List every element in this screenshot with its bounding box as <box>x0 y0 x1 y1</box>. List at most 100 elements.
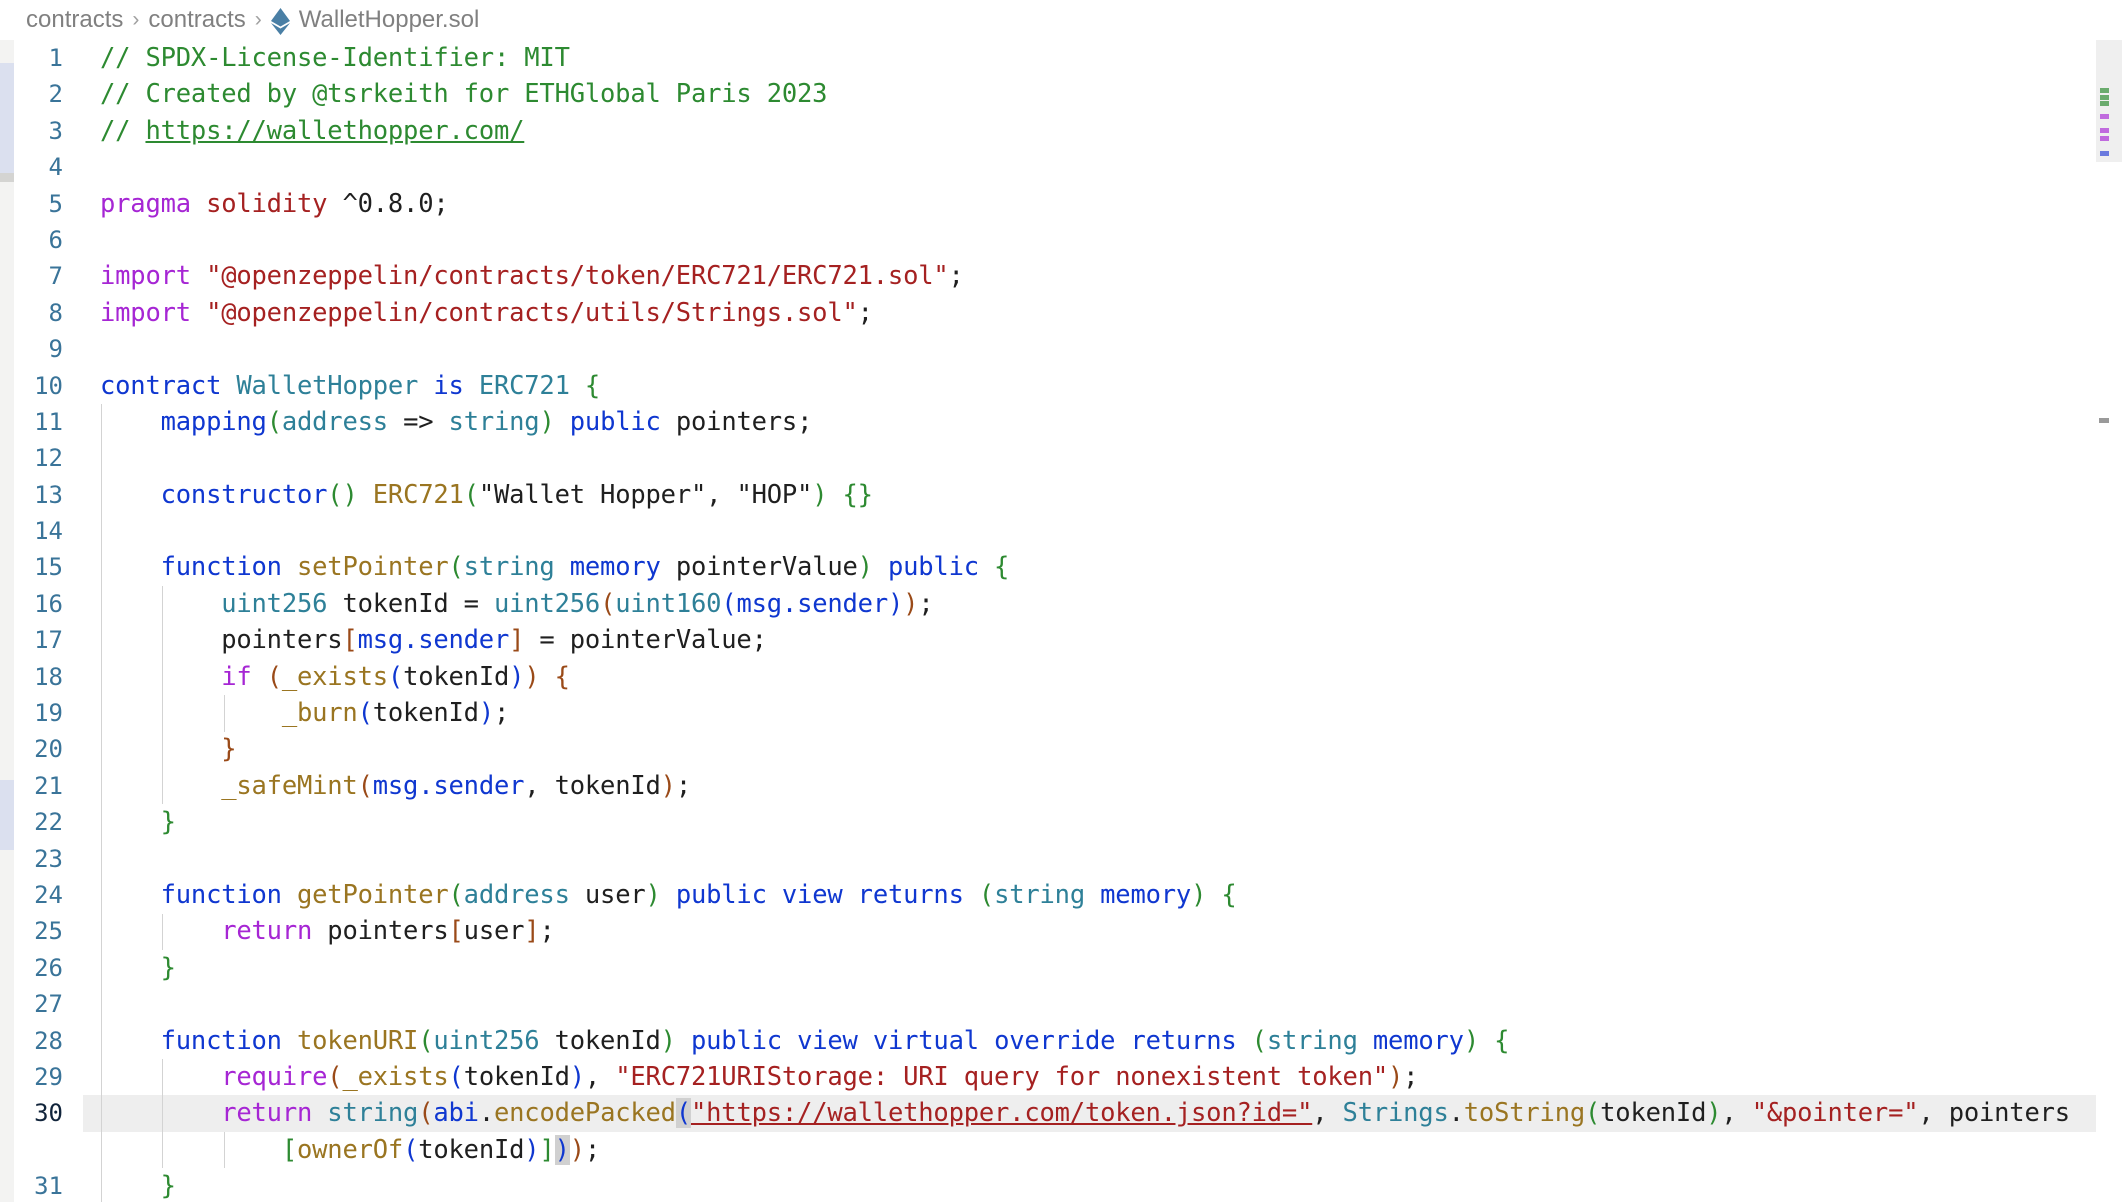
code-line[interactable]: 11 mapping(address => string) public poi… <box>0 404 2122 440</box>
line-number[interactable]: 4 <box>0 149 83 185</box>
code-token: { <box>554 661 570 692</box>
code-text[interactable]: // SPDX-License-Identifier: MIT <box>83 40 570 76</box>
code-line[interactable]: 9 <box>0 331 2122 367</box>
code-line[interactable]: 5 pragma solidity ^0.8.0; <box>0 186 2122 222</box>
line-number[interactable]: 18 <box>0 659 83 695</box>
code-text[interactable]: function getPointer(address user) public… <box>83 877 1237 913</box>
code-line[interactable]: 8 import "@openzeppelin/contracts/utils/S… <box>0 295 2122 331</box>
line-number[interactable]: 8 <box>0 295 83 331</box>
breadcrumb-item-file[interactable]: WalletHopper.sol <box>299 6 480 34</box>
line-number[interactable]: 25 <box>0 913 83 949</box>
code-text[interactable]: } <box>83 1168 176 1202</box>
code-line[interactable]: 22 } <box>0 804 2122 840</box>
line-number[interactable]: 16 <box>0 586 83 622</box>
line-number[interactable]: 2 <box>0 76 83 112</box>
line-number[interactable]: 9 <box>0 331 83 367</box>
line-number[interactable]: 23 <box>0 841 83 877</box>
code-line[interactable]: 26 } <box>0 950 2122 986</box>
code-text[interactable]: function setPointer(string memory pointe… <box>83 549 1010 585</box>
line-number[interactable]: 22 <box>0 804 83 840</box>
code-text[interactable]: } <box>83 804 176 840</box>
code-text[interactable]: uint256 tokenId = uint256(uint160(msg.se… <box>83 586 933 622</box>
line-number[interactable]: 14 <box>0 513 83 549</box>
code-line[interactable]: 16 uint256 tokenId = uint256(uint160(msg… <box>0 586 2122 622</box>
line-number[interactable]: 31 <box>0 1168 83 1202</box>
code-line[interactable]: 20 } <box>0 731 2122 767</box>
line-number[interactable]: 30 <box>0 1095 83 1131</box>
line-number[interactable]: 11 <box>0 404 83 440</box>
code-line[interactable]: 2 // Created by @tsrkeith for ETHGlobal P… <box>0 76 2122 112</box>
line-number[interactable]: 17 <box>0 622 83 658</box>
overview-ruler[interactable] <box>2096 40 2122 1202</box>
code-text[interactable]: constructor() ERC721("Wallet Hopper", "H… <box>83 477 873 513</box>
line-number[interactable]: 3 <box>0 113 83 149</box>
code-text[interactable]: import "@openzeppelin/contracts/utils/St… <box>83 295 873 331</box>
code-line[interactable]: 14 <box>0 513 2122 549</box>
line-number[interactable]: 19 <box>0 695 83 731</box>
line-number[interactable]: 12 <box>0 440 83 476</box>
line-number[interactable]: 15 <box>0 549 83 585</box>
code-line[interactable]: 13 constructor() ERC721("Wallet Hopper",… <box>0 477 2122 513</box>
code-text[interactable]: pointers[msg.sender] = pointerValue; <box>83 622 767 658</box>
code-text[interactable]: mapping(address => string) public pointe… <box>83 404 813 440</box>
code-line[interactable]: 27 <box>0 986 2122 1022</box>
code-line[interactable]: 1 // SPDX-License-Identifier: MIT <box>0 40 2122 76</box>
code-text[interactable]: } <box>83 950 176 986</box>
code-text[interactable]: _burn(tokenId); <box>83 695 510 731</box>
code-token: pointers <box>1948 1098 2070 1129</box>
code-line[interactable]: 25 return pointers[user]; <box>0 913 2122 949</box>
code-text[interactable]: } <box>83 731 236 767</box>
line-number[interactable]: 21 <box>0 768 83 804</box>
code-text[interactable]: function tokenURI(uint256 tokenId) publi… <box>83 1023 1510 1059</box>
code-line[interactable]: 31 } <box>0 1168 2122 1202</box>
code-line[interactable]: 15 function setPointer(string memory poi… <box>0 549 2122 585</box>
indent-guide <box>101 404 102 1202</box>
line-number[interactable]: 5 <box>0 186 83 222</box>
line-number[interactable]: 13 <box>0 477 83 513</box>
code-line[interactable]: 12 <box>0 440 2122 476</box>
code-line[interactable]: 4 <box>0 149 2122 185</box>
code-line[interactable]: 7 import "@openzeppelin/contracts/token/E… <box>0 258 2122 294</box>
line-number[interactable]: 20 <box>0 731 83 767</box>
code-line[interactable]: 23 <box>0 841 2122 877</box>
code-text[interactable]: contract WalletHopper is ERC721 { <box>83 368 600 404</box>
code-text[interactable]: // Created by @tsrkeith for ETHGlobal Pa… <box>83 76 828 112</box>
code-editor[interactable]: 1 // SPDX-License-Identifier: MIT 2 // Crea… <box>0 40 2122 1202</box>
breadcrumb-item-contracts-2[interactable]: contracts <box>148 6 245 34</box>
code-text[interactable]: return string(abi.encodePacked("https://… <box>83 1095 2070 1131</box>
code-text[interactable]: pragma solidity ^0.8.0; <box>83 186 449 222</box>
code-line[interactable]: 21 _safeMint(msg.sender, tokenId); <box>0 768 2122 804</box>
code-line[interactable]: 24 function getPointer(address user) pub… <box>0 877 2122 913</box>
breadcrumb-item-contracts-1[interactable]: contracts <box>26 6 123 34</box>
code-text[interactable]: [ownerOf(tokenId)])); <box>83 1132 600 1168</box>
line-number[interactable]: 28 <box>0 1023 83 1059</box>
code-text[interactable]: // https://wallethopper.com/ <box>83 113 524 149</box>
line-number[interactable]: 1 <box>0 40 83 76</box>
code-line[interactable]: 19 _burn(tokenId); <box>0 695 2122 731</box>
code-line[interactable]: 6 <box>0 222 2122 258</box>
code-line[interactable]: 3// https://wallethopper.com/ <box>0 113 2122 149</box>
line-number[interactable]: 29 <box>0 1059 83 1095</box>
code-text[interactable]: require(_exists(tokenId), "ERC721URIStor… <box>83 1059 1418 1095</box>
code-text[interactable]: import "@openzeppelin/contracts/token/ER… <box>83 258 964 294</box>
code-line[interactable]: 28 function tokenURI(uint256 tokenId) pu… <box>0 1023 2122 1059</box>
line-number[interactable]: 24 <box>0 877 83 913</box>
code-content[interactable]: 1 // SPDX-License-Identifier: MIT 2 // Crea… <box>0 40 2122 1202</box>
code-line-wrapped[interactable]: [ownerOf(tokenId)])); <box>0 1132 2122 1168</box>
line-number[interactable]: 26 <box>0 950 83 986</box>
line-number[interactable]: 27 <box>0 986 83 1022</box>
code-line[interactable]: 10 contract WalletHopper is ERC721 { <box>0 368 2122 404</box>
code-text[interactable]: return pointers[user]; <box>83 913 555 949</box>
line-number[interactable]: 7 <box>0 258 83 294</box>
code-line[interactable]: 17 pointers[msg.sender] = pointerValue; <box>0 622 2122 658</box>
breadcrumb[interactable]: contracts › contracts › WalletHopper.sol <box>0 0 2122 40</box>
code-line[interactable]: 18 if (_exists(tokenId)) { <box>0 659 2122 695</box>
code-text[interactable]: _safeMint(msg.sender, tokenId); <box>83 768 691 804</box>
code-text[interactable]: if (_exists(tokenId)) { <box>83 659 570 695</box>
code-line[interactable]: 30 return string(abi.encodePacked("https… <box>0 1095 2122 1132</box>
line-number[interactable]: 6 <box>0 222 83 258</box>
line-number[interactable]: 10 <box>0 368 83 404</box>
code-line[interactable]: 29 require(_exists(tokenId), "ERC721URIS… <box>0 1059 2122 1095</box>
